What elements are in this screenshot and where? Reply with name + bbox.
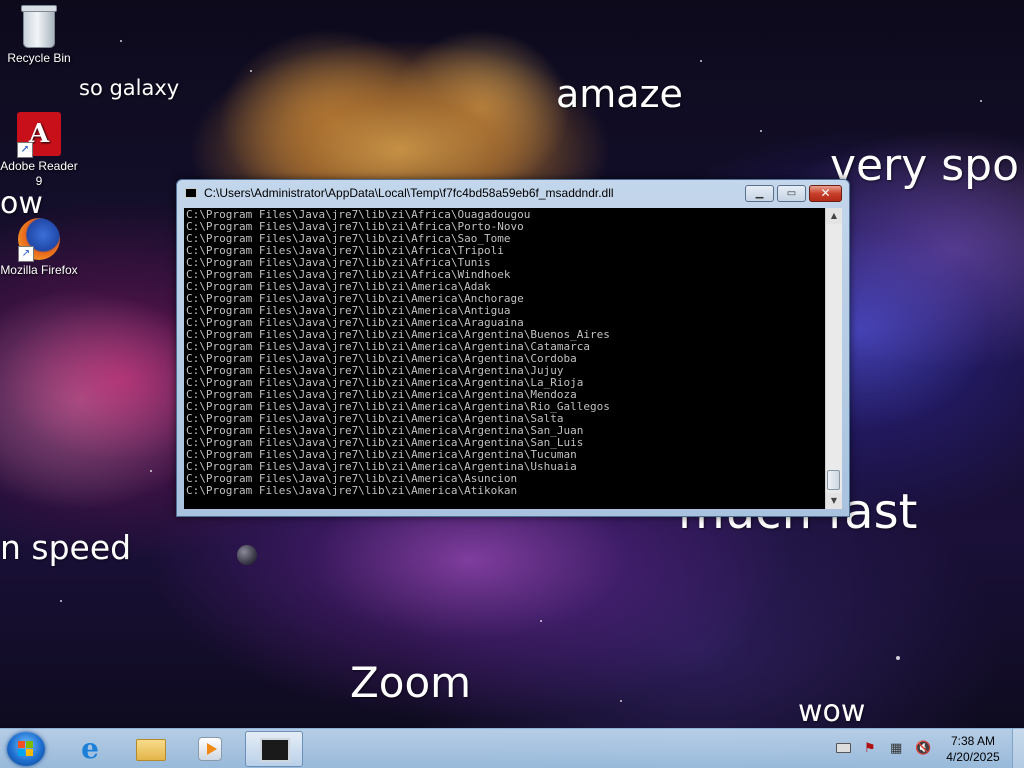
star — [120, 40, 122, 42]
star — [540, 620, 542, 622]
desktop-icon-recycle-bin[interactable]: Recycle Bin — [0, 5, 78, 66]
recycle-bin-icon — [21, 5, 57, 48]
meme-text-much-speed: n speed — [0, 528, 132, 567]
console-output[interactable]: C:\Program Files\Java\jre7\lib\zi\Africa… — [184, 208, 842, 509]
window-title: C:\Users\Administrator\AppData\Local\Tem… — [204, 186, 614, 200]
clock-date: 4/20/2025 — [946, 750, 1000, 764]
firefox-icon: ↗ — [18, 218, 60, 262]
system-clock[interactable]: 7:38 AM 4/20/2025 — [938, 733, 1008, 765]
maximize-button[interactable]: ▭ — [777, 185, 806, 202]
keyboard-icon[interactable] — [836, 743, 851, 753]
desktop-icon-adobe-reader[interactable]: A ↗ Adobe Reader 9 — [0, 112, 78, 189]
star — [60, 600, 62, 602]
desktop-icon-label: Recycle Bin — [7, 51, 71, 65]
taskbar: e ⚑ ▦ 🔇 7:38 AM 4/20/2025 — [0, 728, 1024, 768]
desktop-icon-label: Mozilla Firefox — [0, 263, 78, 277]
meme-text-zoom: Zoom — [350, 658, 472, 707]
taskbar-internet-explorer[interactable]: e — [61, 731, 119, 767]
folder-icon — [136, 739, 166, 761]
shortcut-arrow-icon: ↗ — [18, 246, 34, 262]
window-titlebar[interactable]: C:\Users\Administrator\AppData\Local\Tem… — [177, 180, 849, 208]
taskbar-media-player[interactable] — [182, 731, 240, 767]
taskbar-command-window[interactable] — [245, 731, 303, 767]
close-button[interactable]: ✕ — [809, 185, 842, 202]
clock-time: 7:38 AM — [950, 734, 996, 748]
scrollbar-thumb[interactable] — [827, 470, 840, 490]
star — [250, 70, 252, 72]
console-window-icon — [260, 738, 290, 762]
shortcut-arrow-icon: ↗ — [17, 142, 33, 158]
meme-text-amaze: amaze — [556, 72, 683, 116]
meme-text-wow-bottom: wow — [798, 694, 866, 729]
star — [620, 700, 622, 702]
desktop-icon-label: Adobe Reader 9 — [0, 159, 78, 188]
scroll-up-arrow-icon[interactable]: ▲ — [826, 208, 842, 224]
vertical-scrollbar[interactable]: ▲ ▼ — [825, 208, 842, 509]
console-text: C:\Program Files\Java\jre7\lib\zi\Africa… — [186, 209, 822, 497]
console-window[interactable]: C:\Users\Administrator\AppData\Local\Tem… — [176, 179, 850, 517]
desktop-icon-firefox[interactable]: ↗ Mozilla Firefox — [0, 218, 78, 278]
desktop: so galaxy amaze very spo ow much fast n … — [0, 0, 1024, 768]
start-button[interactable] — [7, 732, 45, 766]
show-desktop-button[interactable] — [1012, 729, 1024, 768]
scroll-down-arrow-icon[interactable]: ▼ — [826, 493, 842, 509]
action-center-flag-icon[interactable]: ⚑ — [864, 741, 876, 757]
star — [980, 100, 982, 102]
minimize-button[interactable]: ▁ — [745, 185, 774, 202]
star — [700, 60, 702, 62]
network-icon[interactable]: ▦ — [890, 741, 902, 757]
meme-text-very-spo: very spo — [830, 140, 1019, 191]
windows-logo-icon — [18, 741, 34, 757]
star — [150, 470, 152, 472]
adobe-reader-icon: A ↗ — [17, 112, 61, 158]
console-window-icon — [185, 188, 197, 198]
volume-muted-icon[interactable]: 🔇 — [915, 741, 931, 757]
internet-explorer-icon: e — [81, 732, 99, 765]
media-player-icon — [198, 737, 222, 761]
taskbar-file-explorer[interactable] — [122, 731, 180, 767]
meme-text-wow-left: ow — [0, 186, 43, 221]
star — [896, 656, 900, 660]
planet — [237, 545, 257, 565]
star — [760, 130, 762, 132]
console-line: C:\Program Files\Java\jre7\lib\zi\Americ… — [186, 484, 518, 497]
meme-text-so-galaxy: so galaxy — [79, 76, 180, 100]
